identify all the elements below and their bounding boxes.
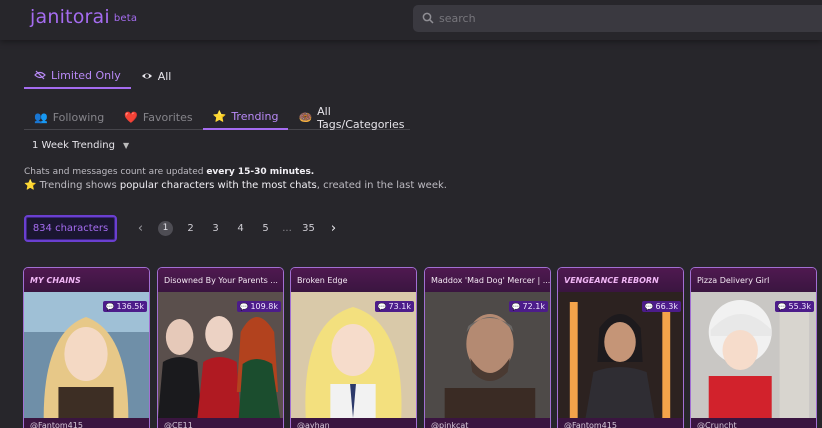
- page-number: 1: [158, 220, 173, 236]
- card-author[interactable]: @Fantom415: [24, 418, 149, 428]
- info1-emphasis: every 15-30 minutes.: [206, 167, 315, 177]
- chevron-down-icon: ▼: [122, 141, 130, 150]
- chat-count-badge: 💬 136.5k: [102, 301, 147, 312]
- eye-icon: [141, 73, 152, 79]
- chat-icon: 💬: [377, 302, 387, 311]
- chat-icon: 💬: [105, 302, 115, 311]
- character-card[interactable]: MY CHAINS 💬 136.5k @Fantom415: [23, 267, 150, 428]
- character-image: 💬 136.5k: [24, 292, 149, 418]
- page-5-button[interactable]: 5: [253, 217, 278, 239]
- tab-following-label: Following: [52, 111, 105, 124]
- star-icon: ⭐: [24, 180, 37, 191]
- card-author[interactable]: @pinkcat: [425, 418, 550, 428]
- limited-only-label: Limited Only: [51, 68, 121, 82]
- card-title: Broken Edge: [291, 268, 416, 292]
- category-tabs: 👥 Following ❤️ Favorites ⭐ Trending 🍩 All Ta…: [24, 105, 410, 131]
- donut-icon: 🍩: [298, 111, 313, 124]
- character-card[interactable]: Disowned By Your Parents ... 💬 109.8k @CE…: [157, 267, 284, 428]
- eye-off-icon: [34, 70, 46, 80]
- trend-period-dropdown[interactable]: 1 Week Trending ▼: [32, 140, 129, 151]
- all-tab[interactable]: All: [131, 63, 182, 89]
- page-4-button[interactable]: 4: [228, 217, 253, 239]
- chat-count: 136.5k: [116, 302, 144, 311]
- info2-text-a: Trending shows: [36, 180, 120, 191]
- chat-count: 72.1k: [522, 302, 545, 311]
- card-author[interactable]: @CE11: [158, 418, 283, 428]
- card-title: MY CHAINS: [24, 268, 149, 292]
- card-title: Maddox 'Mad Dog' Mercer | ...: [425, 268, 550, 292]
- info1-text: Chats and messages count are updated: [24, 167, 207, 177]
- tab-trending[interactable]: ⭐ Trending: [202, 105, 289, 130]
- search-bar[interactable]: [413, 5, 822, 32]
- heart-icon: ❤️: [124, 111, 138, 124]
- character-image: 💬 109.8k: [158, 292, 283, 418]
- limited-only-tab[interactable]: Limited Only: [24, 63, 131, 89]
- tab-favorites-label: Favorites: [142, 111, 193, 124]
- chat-count: 66.3k: [655, 302, 678, 311]
- page-1-button[interactable]: 1: [153, 217, 178, 239]
- character-card[interactable]: Maddox 'Mad Dog' Mercer | ... 💬 72.1k @pi…: [424, 267, 551, 428]
- character-image: 💬 72.1k: [425, 292, 550, 418]
- chat-icon: 💬: [239, 302, 249, 311]
- page-2-button[interactable]: 2: [178, 217, 203, 239]
- beta-badge: beta: [113, 13, 138, 24]
- people-icon: 👥: [34, 111, 48, 124]
- chat-icon: 💬: [644, 302, 654, 311]
- site-logo[interactable]: janitorai beta: [30, 6, 137, 28]
- chat-icon: 💬: [777, 302, 787, 311]
- next-page-button[interactable]: ›: [321, 217, 346, 239]
- page-3-button[interactable]: 3: [203, 217, 228, 239]
- tab-favorites[interactable]: ❤️ Favorites: [114, 105, 202, 130]
- character-image: 💬 73.1k: [291, 292, 416, 418]
- card-title: Pizza Delivery Girl: [691, 268, 816, 292]
- chevron-left-icon: ‹: [137, 220, 144, 236]
- chat-count-badge: 💬 72.1k: [508, 301, 548, 312]
- tab-following[interactable]: 👥 Following: [24, 105, 114, 130]
- character-image: 💬 55.3k: [691, 292, 816, 418]
- card-author[interactable]: @ayhan: [291, 418, 416, 428]
- info2-text-c: , created in the last week.: [316, 180, 447, 191]
- trend-period-value: 1 Week Trending: [32, 140, 115, 151]
- chat-count: 73.1k: [388, 302, 411, 311]
- chat-icon: 💬: [511, 302, 521, 311]
- chat-count-badge: 💬 55.3k: [774, 301, 814, 312]
- update-info-text: Chats and messages count are updated eve…: [24, 167, 314, 177]
- trending-info-text: ⭐ Trending shows popular characters with…: [24, 180, 447, 191]
- star-icon: ⭐: [212, 110, 227, 123]
- all-label: All: [157, 69, 172, 83]
- tab-all-tags-label: All Tags/Categories: [317, 104, 405, 131]
- card-author[interactable]: @Fantom415: [558, 418, 683, 428]
- character-card[interactable]: Broken Edge 💬 73.1k @ayhan: [290, 267, 417, 428]
- search-input[interactable]: [439, 5, 819, 32]
- character-card[interactable]: VENGEANCE REBORN 💬 66.3k @Fantom415: [557, 267, 684, 428]
- character-card[interactable]: Pizza Delivery Girl 💬 55.3k @Cruncht: [690, 267, 817, 428]
- limited-filter: Limited Only All: [24, 63, 181, 89]
- chat-count: 109.8k: [250, 302, 278, 311]
- top-header: janitorai beta: [0, 0, 822, 40]
- card-title: Disowned By Your Parents ...: [158, 268, 283, 292]
- tab-trending-label: Trending: [231, 110, 279, 123]
- pagination-ellipsis: ...: [282, 222, 292, 234]
- logo-text: janitorai: [30, 6, 110, 28]
- prev-page-button[interactable]: ‹: [128, 217, 153, 239]
- chat-count-badge: 💬 109.8k: [236, 301, 281, 312]
- info2-emphasis: popular characters with the most chats: [119, 180, 317, 191]
- character-image: 💬 66.3k: [558, 292, 683, 418]
- search-icon: [422, 12, 434, 24]
- chat-count-badge: 💬 73.1k: [374, 301, 414, 312]
- character-count-badge: 834 characters: [24, 215, 117, 242]
- card-title: VENGEANCE REBORN: [558, 268, 683, 292]
- card-author[interactable]: @Cruncht: [691, 418, 816, 428]
- chat-count: 55.3k: [788, 302, 811, 311]
- chevron-right-icon: ›: [330, 220, 337, 236]
- tab-all-tags[interactable]: 🍩 All Tags/Categories: [288, 104, 414, 131]
- pagination: ‹ 1 2 3 4 5 ... 35 ›: [128, 217, 346, 239]
- chat-count-badge: 💬 66.3k: [641, 301, 681, 312]
- page-35-button[interactable]: 35: [296, 217, 321, 239]
